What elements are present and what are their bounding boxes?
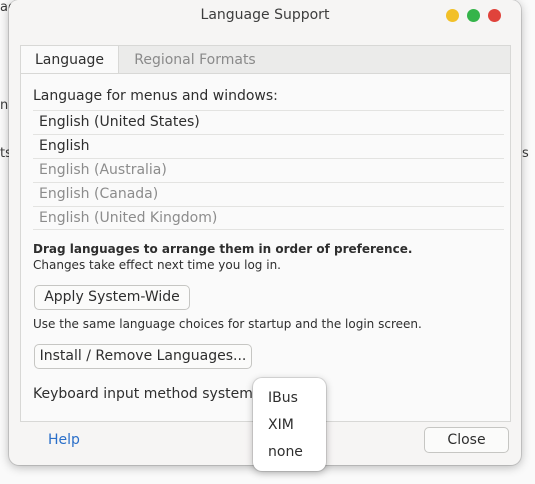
language-item[interactable]: English (Canada) (33, 182, 504, 206)
language-item[interactable]: English (Australia) (33, 158, 504, 182)
close-button[interactable]: Close (424, 427, 509, 453)
tab-regional-formats[interactable]: Regional Formats (119, 46, 271, 74)
dropdown-option-none[interactable]: none (268, 444, 303, 460)
keyboard-input-method-label: Keyboard input method system: (33, 386, 258, 402)
language-item[interactable]: English (United States) (33, 110, 504, 134)
changes-hint: Changes take effect next time you log in… (33, 258, 281, 272)
install-remove-languages-button[interactable]: Install / Remove Languages... (34, 344, 252, 369)
dropdown-option-ibus[interactable]: IBus (268, 390, 298, 406)
drag-hint: Drag languages to arrange them in order … (33, 242, 413, 256)
help-link[interactable]: Help (48, 432, 80, 448)
language-item[interactable]: English (33, 134, 504, 158)
language-list: English (United States) English English … (33, 110, 504, 230)
tab-language[interactable]: Language (21, 46, 119, 74)
startup-hint: Use the same language choices for startu… (33, 317, 422, 331)
language-item[interactable]: English (United Kingdom) (33, 206, 504, 230)
dropdown-option-xim[interactable]: XIM (268, 417, 294, 433)
input-method-dropdown: IBus XIM none (253, 378, 326, 471)
apply-system-wide-button[interactable]: Apply System-Wide (34, 285, 190, 310)
language-list-heading: Language for menus and windows: (33, 88, 278, 104)
maximize-button[interactable] (467, 9, 480, 22)
close-window-button[interactable] (488, 9, 501, 22)
minimize-button[interactable] (446, 9, 459, 22)
window-title: Language Support (200, 7, 330, 23)
background-text-fragment: s (522, 146, 529, 161)
tab-bar: Language Regional Formats (20, 45, 511, 74)
title-bar[interactable]: Language Support (9, 0, 521, 36)
